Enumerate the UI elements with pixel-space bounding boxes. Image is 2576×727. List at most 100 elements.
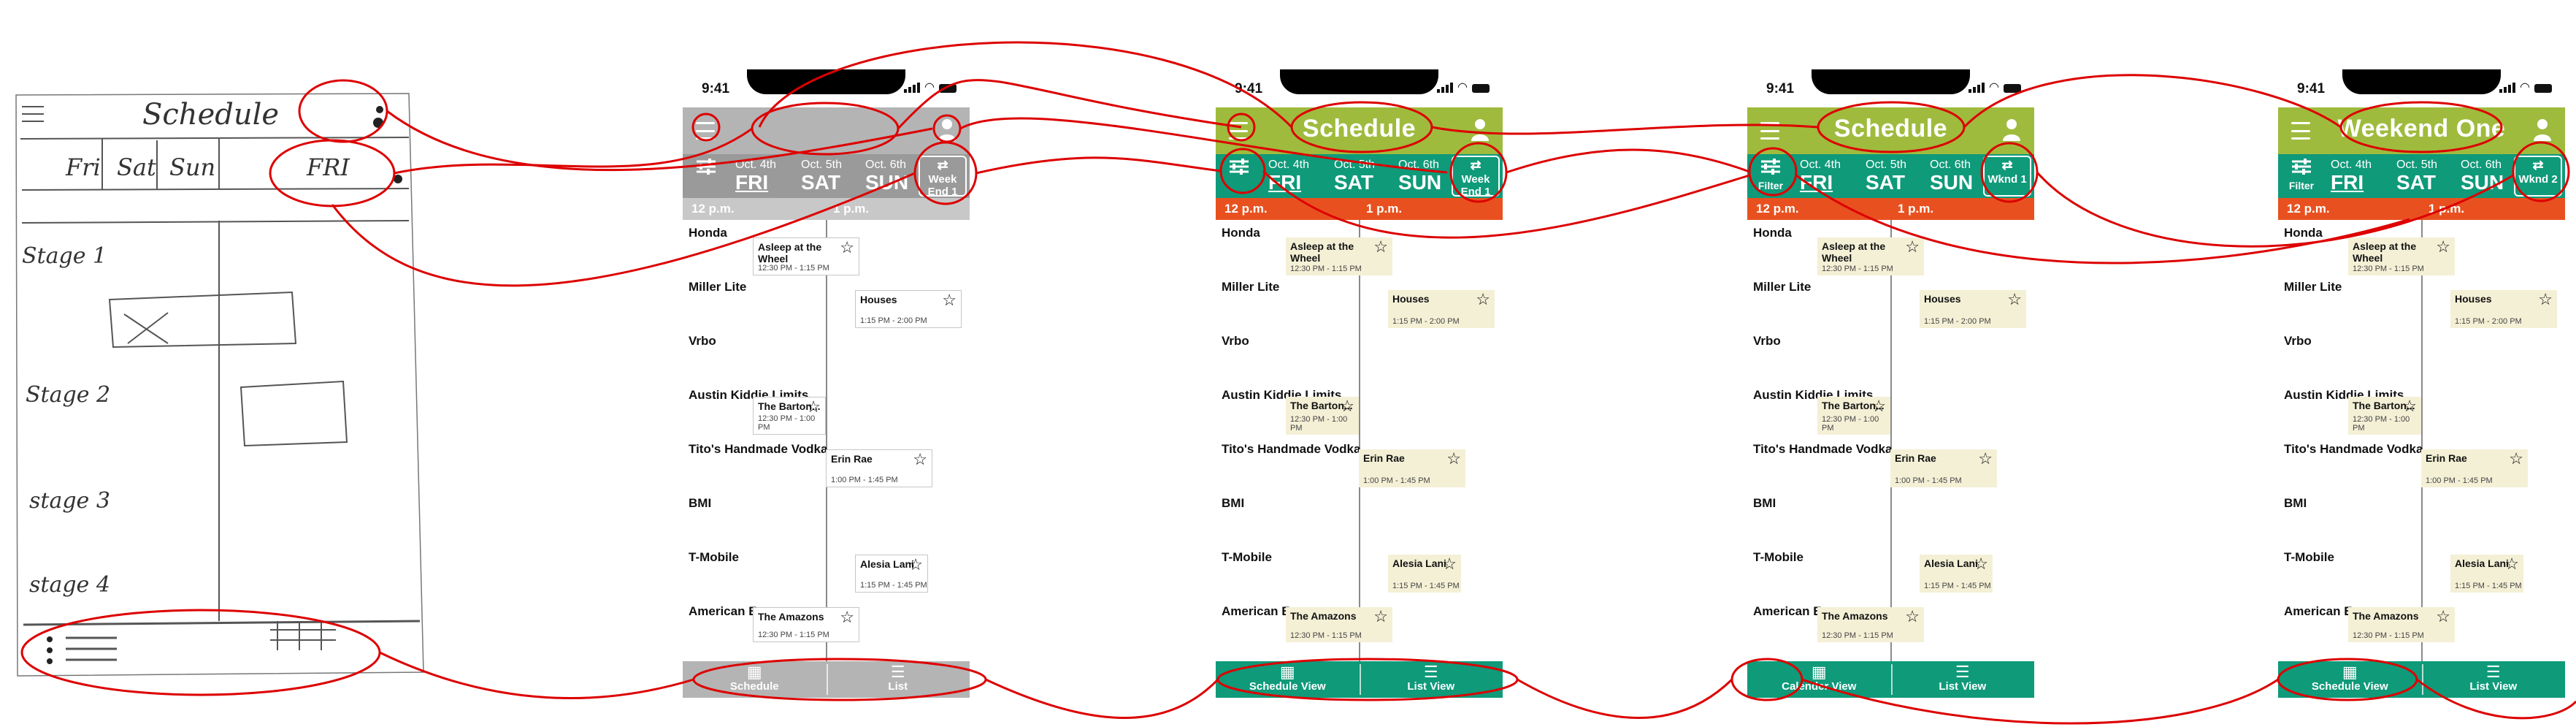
weekend-toggle-button[interactable]: ⇄ Week End 1 <box>1452 156 1500 198</box>
performance-card[interactable]: Erin Rae 1:00 PM - 1:45 PM ☆ <box>826 449 932 487</box>
favorite-star-icon[interactable]: ☆ <box>1871 398 1886 414</box>
swap-arrows-icon: ⇄ <box>2001 158 2013 172</box>
favorite-star-icon[interactable]: ☆ <box>1905 239 1920 255</box>
performance-card[interactable]: The Barton... 12:30 PM - 1:00 PM ☆ <box>1286 397 1359 435</box>
swap-arrows-icon: ⇄ <box>2532 158 2544 172</box>
filter-sliders-icon <box>1761 159 1780 175</box>
weekend-toggle-button[interactable]: ⇄ Wknd 2 <box>2514 156 2562 197</box>
performance-card[interactable]: The Amazons 12:30 PM - 1:15 PM ☆ <box>753 607 859 642</box>
performance-card[interactable]: Alesia Lani 1:15 PM - 1:45 PM ☆ <box>1388 555 1461 593</box>
tab-schedule[interactable]: ▦ Schedule <box>683 661 827 698</box>
performance-card[interactable]: The Barton... 12:30 PM - 1:00 PM ☆ <box>753 397 826 435</box>
favorite-star-icon[interactable]: ☆ <box>1373 239 1388 255</box>
day-tab-fri[interactable]: Oct. 4th FRI <box>1268 159 1327 194</box>
tab-schedule[interactable]: ▦ Schedule View <box>1216 661 1360 698</box>
weekend-toggle-button[interactable]: ⇄ Week End 1 <box>919 156 967 198</box>
tab-schedule[interactable]: ▦ Schedule View <box>2278 661 2422 698</box>
profile-icon[interactable] <box>2533 118 2552 142</box>
favorite-star-icon[interactable]: ☆ <box>1446 451 1461 467</box>
performance-name: The Amazons <box>2353 610 2419 622</box>
day-tab-sun[interactable]: Oct. 6th SUN <box>1398 159 1457 194</box>
filter-button[interactable]: Filter <box>1755 159 1787 194</box>
filter-button[interactable] <box>690 159 722 194</box>
favorite-star-icon[interactable]: ☆ <box>2436 609 2450 625</box>
performance-card[interactable]: Alesia Lani 1:15 PM - 1:45 PM ☆ <box>1920 555 1993 593</box>
performance-card[interactable]: Houses 1:15 PM - 2:00 PM ☆ <box>855 290 962 328</box>
performance-card[interactable]: The Amazons 12:30 PM - 1:15 PM ☆ <box>1817 607 1924 642</box>
performance-card[interactable]: The Amazons 12:30 PM - 1:15 PM ☆ <box>2348 607 2455 642</box>
profile-icon[interactable] <box>1471 118 1490 142</box>
profile-icon[interactable] <box>2002 118 2021 142</box>
favorite-star-icon[interactable]: ☆ <box>942 292 957 308</box>
tab-schedule[interactable]: ▦ Calender View <box>1747 661 1891 698</box>
performance-card[interactable]: The Barton... 12:30 PM - 1:00 PM ☆ <box>1817 397 1890 435</box>
favorite-star-icon[interactable]: ☆ <box>2436 239 2450 255</box>
performance-card[interactable]: Houses 1:15 PM - 2:00 PM ☆ <box>1388 290 1495 328</box>
schedule-grid[interactable]: Honda Miller Lite Vrbo Austin Kiddie Limits… <box>2278 220 2565 661</box>
schedule-grid[interactable]: Honda Miller Lite Vrbo Austin Kiddie Limits… <box>1747 220 2034 661</box>
favorite-star-icon[interactable]: ☆ <box>1476 292 1490 308</box>
performance-card[interactable]: Asleep at the Wheel 12:30 PM - 1:15 PM ☆ <box>1817 237 1924 275</box>
performance-time: 1:00 PM - 1:45 PM <box>831 476 898 484</box>
stage-label: Miller Lite <box>689 280 747 294</box>
performance-card[interactable]: Erin Rae 1:00 PM - 1:45 PM ☆ <box>2421 449 2528 487</box>
profile-icon[interactable] <box>938 118 957 142</box>
favorite-star-icon[interactable]: ☆ <box>806 399 821 415</box>
performance-card[interactable]: Houses 1:15 PM - 2:00 PM ☆ <box>2450 290 2557 328</box>
performance-card[interactable]: Alesia Lani 1:15 PM - 1:45 PM ☆ <box>855 555 928 593</box>
favorite-star-icon[interactable]: ☆ <box>913 452 927 468</box>
day-tab-sat[interactable]: Oct. 5th SAT <box>1334 159 1392 194</box>
tab-list[interactable]: ☰ List View <box>1360 661 1503 698</box>
performance-card[interactable]: Houses 1:15 PM - 2:00 PM ☆ <box>1920 290 2026 328</box>
favorite-star-icon[interactable]: ☆ <box>908 557 923 573</box>
performance-name: The Amazons <box>758 611 824 623</box>
performance-name: Alesia Lani <box>1924 557 1978 569</box>
day-tab-fri[interactable]: Oct. 4th FRI <box>735 159 794 194</box>
stage-label: Honda <box>1222 226 1260 240</box>
time-label: 12 p.m. <box>2287 202 2330 216</box>
time-label: 1 p.m. <box>833 202 870 216</box>
performance-card[interactable]: Erin Rae 1:00 PM - 1:45 PM ☆ <box>1890 449 1997 487</box>
day-tab-sat[interactable]: Oct. 5th SAT <box>1866 159 1924 194</box>
schedule-grid[interactable]: Honda Miller Lite Vrbo Austin Kiddie Limits… <box>683 220 970 661</box>
favorite-star-icon[interactable]: ☆ <box>1974 556 1988 572</box>
swap-arrows-icon: ⇄ <box>1470 158 1481 172</box>
performance-card[interactable]: Alesia Lani 1:15 PM - 1:45 PM ☆ <box>2450 555 2523 593</box>
favorite-star-icon[interactable]: ☆ <box>2402 398 2417 414</box>
favorite-star-icon[interactable]: ☆ <box>840 609 854 625</box>
tab-list[interactable]: ☰ List <box>827 661 970 698</box>
day-tab-sun[interactable]: Oct. 6th SUN <box>1930 159 1988 194</box>
stage-label: T-Mobile <box>2284 550 2334 564</box>
favorite-star-icon[interactable]: ☆ <box>2538 292 2553 308</box>
favorite-star-icon[interactable]: ☆ <box>2007 292 2022 308</box>
menu-icon[interactable] <box>696 122 715 140</box>
filter-button[interactable] <box>1223 159 1255 194</box>
favorite-star-icon[interactable]: ☆ <box>2504 556 2519 572</box>
tab-list[interactable]: ☰ List View <box>1891 661 2035 698</box>
day-tab-sat[interactable]: Oct. 5th SAT <box>2396 159 2455 194</box>
day-tab-sun[interactable]: Oct. 6th SUN <box>865 159 924 194</box>
favorite-star-icon[interactable]: ☆ <box>1373 609 1388 625</box>
performance-card[interactable]: Asleep at the Wheel 12:30 PM - 1:15 PM ☆ <box>753 237 859 275</box>
day-tab-fri[interactable]: Oct. 4th FRI <box>2331 159 2389 194</box>
performance-card[interactable]: The Amazons 12:30 PM - 1:15 PM ☆ <box>1286 607 1392 642</box>
favorite-star-icon[interactable]: ☆ <box>1442 556 1457 572</box>
day-tab-sat[interactable]: Oct. 5th SAT <box>801 159 859 194</box>
performance-card[interactable]: The Barton... 12:30 PM - 1:00 PM ☆ <box>2348 397 2421 435</box>
filter-button[interactable]: Filter <box>2285 159 2318 194</box>
schedule-grid[interactable]: Honda Miller Lite Vrbo Austin Kiddie Limits… <box>1216 220 1503 661</box>
performance-time: 1:15 PM - 2:00 PM <box>1924 317 1991 326</box>
performance-card[interactable]: Asleep at the Wheel 12:30 PM - 1:15 PM ☆ <box>2348 237 2455 275</box>
day-tab-fri[interactable]: Oct. 4th FRI <box>1800 159 1858 194</box>
favorite-star-icon[interactable]: ☆ <box>1340 398 1354 414</box>
favorite-star-icon[interactable]: ☆ <box>1978 451 1993 467</box>
performance-card[interactable]: Erin Rae 1:00 PM - 1:45 PM ☆ <box>1359 449 1465 487</box>
weekend-toggle-button[interactable]: ⇄ Wknd 1 <box>1983 156 2031 197</box>
favorite-star-icon[interactable]: ☆ <box>840 240 854 256</box>
wifi-icon: ◠ <box>2520 81 2530 94</box>
day-tab-sun[interactable]: Oct. 6th SUN <box>2461 159 2519 194</box>
performance-card[interactable]: Asleep at the Wheel 12:30 PM - 1:15 PM ☆ <box>1286 237 1392 275</box>
favorite-star-icon[interactable]: ☆ <box>2509 451 2523 467</box>
favorite-star-icon[interactable]: ☆ <box>1905 609 1920 625</box>
tab-list[interactable]: ☰ List View <box>2422 661 2566 698</box>
